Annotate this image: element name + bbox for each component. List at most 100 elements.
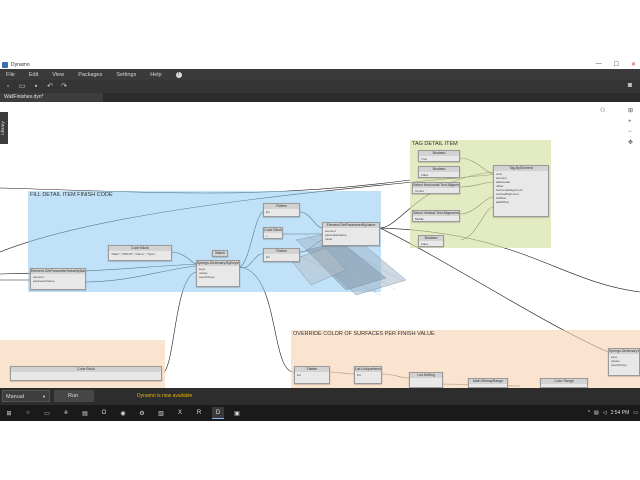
node-math-remap[interactable]: Math.RemapRange: [468, 378, 508, 388]
node-boolean-1[interactable]: Boolean True: [418, 150, 460, 162]
boolean-toggle[interactable]: False: [421, 242, 441, 246]
pan-icon[interactable]: ✥: [628, 139, 633, 146]
menu-settings[interactable]: Settings: [116, 72, 136, 78]
node-title: Math.RemapRange: [469, 379, 507, 384]
node-color-range[interactable]: Color Range: [540, 378, 588, 388]
node-set-parameter[interactable]: Element.SetParameterByName element param…: [322, 222, 380, 246]
chrome-icon[interactable]: ◉: [117, 407, 129, 419]
node-title: Code Block: [264, 228, 282, 233]
zoom-out-icon[interactable]: −: [628, 129, 632, 135]
node-title: Color Range: [541, 379, 587, 384]
node-dictionary-by-keys[interactable]: Springs.Dictionary.ByKeysValues keys val…: [196, 260, 240, 287]
save-icon[interactable]: ▪: [32, 83, 40, 91]
port-add-offset[interactable]: addOffset: [496, 200, 546, 204]
windows-start-icon[interactable]: ⊞: [3, 407, 15, 419]
toggle-view-icon[interactable]: ⚇: [600, 107, 605, 114]
port-list[interactable]: list: [357, 373, 379, 377]
node-title: Element.GetParameterValueByName: [31, 269, 85, 274]
node-flatten-3[interactable]: Flatten list: [294, 366, 330, 384]
menu-view[interactable]: View: [52, 72, 64, 78]
node-get-parameter[interactable]: Element.GetParameterValueByName element …: [30, 268, 86, 290]
graph-canvas[interactable]: Library FILL DETAIL ITEM FINISH CODE TAG…: [0, 102, 640, 388]
node-list-setting[interactable]: List.Setting: [409, 372, 443, 388]
camera-icon[interactable]: ▣: [231, 407, 243, 419]
node-boolean-3[interactable]: Boolean False: [418, 235, 444, 247]
group-title-fill: FILL DETAIL ITEM FINISH CODE: [30, 192, 113, 198]
alignment-dropdown[interactable]: Middle: [415, 217, 457, 221]
menu-packages[interactable]: Packages: [78, 72, 102, 78]
node-select-horizontal[interactable]: Select Horizontal Text Alignment Center: [412, 182, 460, 194]
menu-file[interactable]: File: [6, 72, 15, 78]
outlook-icon[interactable]: O: [98, 407, 110, 419]
info-icon[interactable]: !: [175, 71, 182, 78]
port-x[interactable]: x: [266, 234, 280, 238]
menu-help[interactable]: Help: [150, 72, 161, 78]
node-list-unique[interactable]: List.UniqueItems list: [354, 366, 382, 384]
node-code-block-3[interactable]: Code Block: [10, 366, 162, 381]
tab-wallfinishes[interactable]: WallFinishes.dyn*: [0, 93, 103, 102]
node-select-vertical[interactable]: Select Vertical Text Alignment Middle: [412, 210, 460, 222]
window-title: Dynamo: [11, 61, 30, 68]
node-dictionary-2[interactable]: Springs.Dictionary.ByKeys keys values se…: [608, 348, 640, 376]
port-list[interactable]: list: [297, 373, 327, 377]
maximize-button[interactable]: ☐: [614, 61, 619, 68]
desktop: Dynamo — ☐ ✕ File Edit View Packages Set…: [0, 0, 640, 480]
menu-edit[interactable]: Edit: [29, 72, 38, 78]
node-watch[interactable]: Watch: [212, 250, 228, 257]
node-flatten-1[interactable]: Flatten list: [263, 203, 300, 217]
screenshot-icon[interactable]: ◙: [626, 82, 634, 90]
boolean-toggle[interactable]: True: [421, 157, 457, 161]
node-title: Watch: [213, 251, 227, 256]
port-value[interactable]: value: [325, 237, 377, 241]
dynamo-taskbar-icon[interactable]: D: [212, 407, 224, 419]
boolean-toggle[interactable]: False: [421, 173, 457, 177]
node-tag-by-element[interactable]: Tag.ByElement view element addLeader off…: [493, 165, 549, 217]
port-search-keys[interactable]: searchKeys: [199, 275, 237, 279]
taskbar-clock[interactable]: 2:54 PM: [611, 410, 630, 416]
port-parameter-name[interactable]: parameterName: [33, 279, 83, 283]
close-button[interactable]: ✕: [631, 61, 636, 68]
volume-icon[interactable]: ◁: [603, 410, 607, 416]
group-title-override: OVERRIDE COLOR OF SURFACES PER FINISH VA…: [293, 331, 435, 337]
alignment-dropdown[interactable]: Center: [415, 189, 457, 193]
edge-icon[interactable]: e: [60, 407, 72, 419]
group-title-tag: TAG DETAIL ITEM: [412, 141, 458, 147]
node-title: Springs.Dictionary.ByKeysValues: [197, 261, 239, 266]
toolbar: ▫ ▭ ▪ ↶ ↷ ◙: [0, 80, 640, 93]
dynamo-app-icon: [2, 61, 8, 68]
library-tab[interactable]: Library: [0, 112, 8, 144]
open-file-icon[interactable]: ▭: [18, 83, 26, 91]
run-mode-select[interactable]: Manual ▼: [2, 390, 50, 402]
port-list[interactable]: list: [266, 210, 297, 214]
notifications-icon[interactable]: ▭: [633, 410, 638, 416]
undo-icon[interactable]: ↶: [46, 83, 54, 91]
node-title: List.UniqueItems: [355, 367, 381, 372]
port-list[interactable]: list: [266, 255, 297, 259]
zoom-fit-icon[interactable]: ⊞: [628, 107, 633, 114]
network-icon[interactable]: ▤: [594, 410, 599, 416]
excel-icon[interactable]: X: [174, 407, 186, 419]
system-tray: ^ ▤ ◁ 2:54 PM ▭: [588, 405, 638, 421]
node-flatten-2[interactable]: Flatten list: [263, 248, 300, 262]
search-icon[interactable]: ○: [22, 407, 34, 419]
redo-icon[interactable]: ↷: [60, 83, 68, 91]
node-code-block-2[interactable]: Code Block x: [263, 227, 283, 239]
tray-expand-icon[interactable]: ^: [588, 410, 590, 416]
node-title: List.Setting: [410, 373, 442, 378]
file-explorer-icon[interactable]: ▤: [79, 407, 91, 419]
node-boolean-2[interactable]: Boolean False: [418, 166, 460, 178]
zoom-in-icon[interactable]: +: [628, 119, 632, 125]
node-title: Select Vertical Text Alignment: [413, 211, 459, 216]
settings-icon[interactable]: ⚙: [136, 407, 148, 419]
node-title: Code Block: [11, 367, 161, 372]
node-code-block-1[interactable]: Code Block "Mark"; "MKFIN"; "Name"; "Typ…: [108, 245, 172, 261]
run-button[interactable]: Run: [54, 390, 94, 402]
folder-icon[interactable]: ▥: [155, 407, 167, 419]
blank-area: [0, 421, 640, 480]
task-view-icon[interactable]: ▭: [41, 407, 53, 419]
revit-icon[interactable]: R: [193, 407, 205, 419]
port-search-keys[interactable]: searchKeys: [611, 363, 637, 367]
minimize-button[interactable]: —: [596, 61, 602, 68]
chevron-down-icon: ▼: [42, 394, 46, 399]
new-file-icon[interactable]: ▫: [4, 83, 12, 91]
